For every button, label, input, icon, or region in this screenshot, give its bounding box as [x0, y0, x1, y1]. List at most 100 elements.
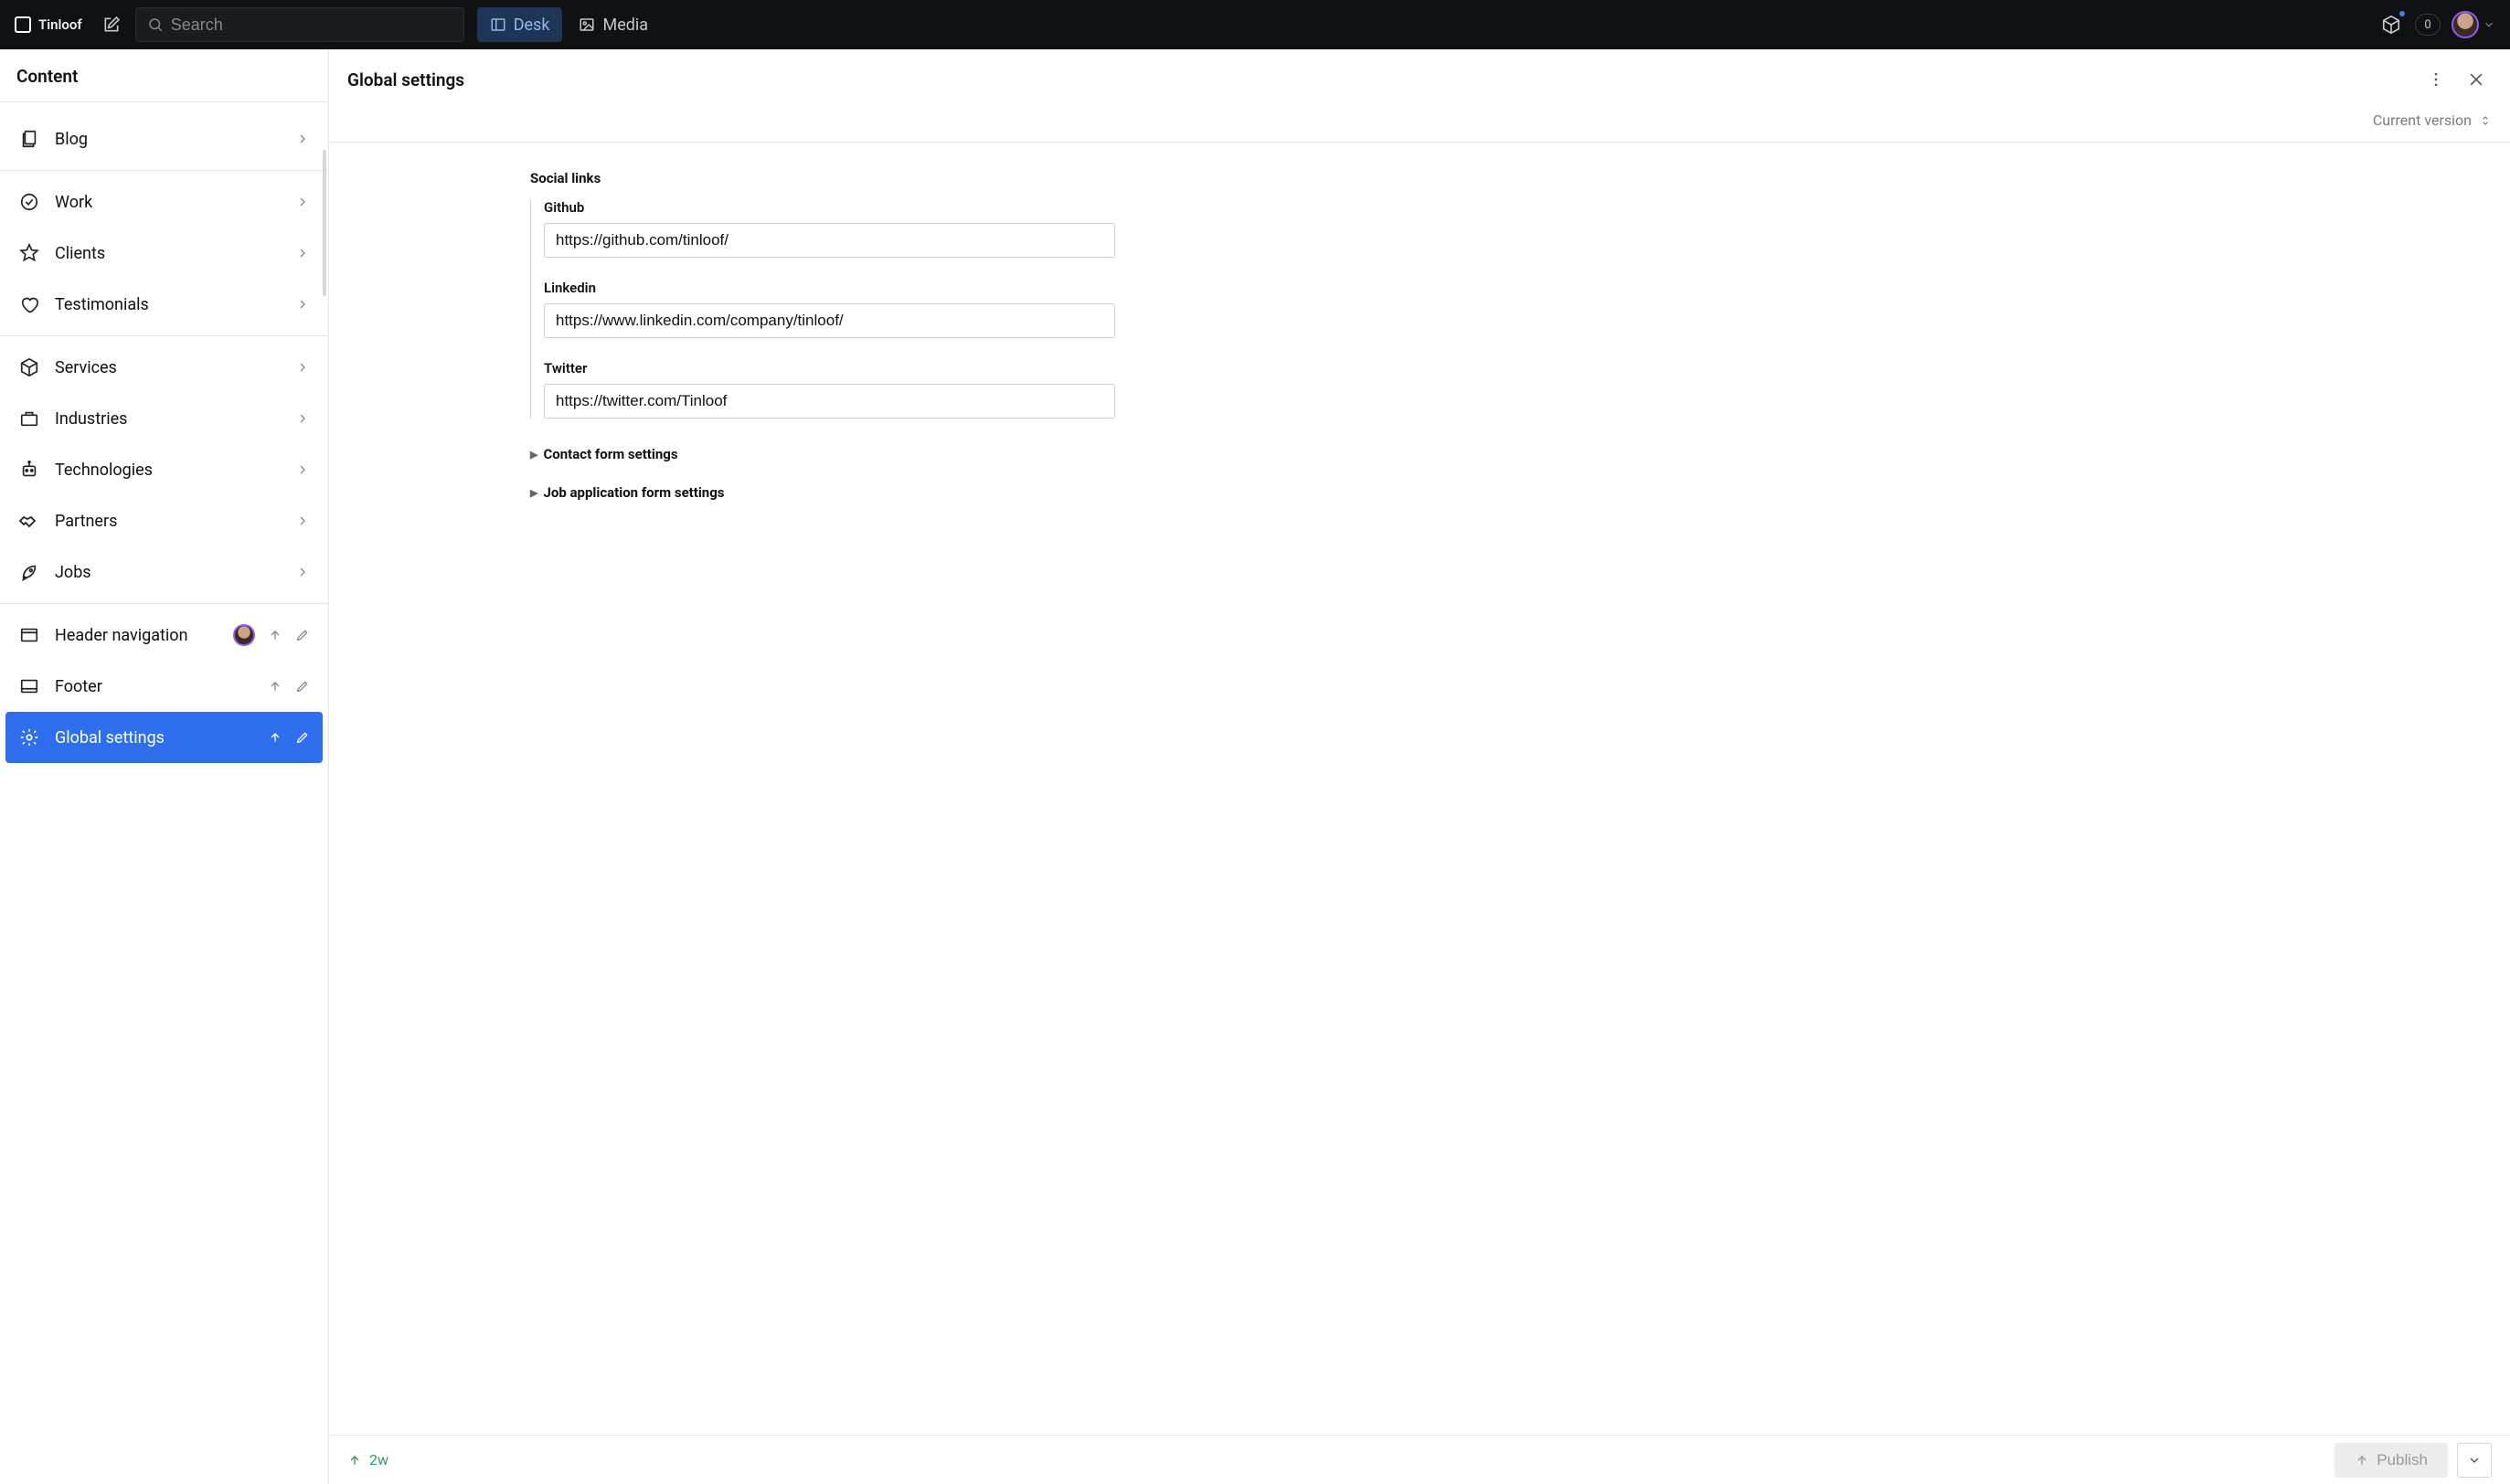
section-title-social: Social links — [530, 170, 1115, 186]
publish-menu-button[interactable] — [2457, 1443, 2492, 1478]
panel-header: Global settings — [329, 49, 2510, 106]
publish-up-icon — [2355, 1453, 2369, 1468]
sidebar-item-label: Clients — [55, 244, 281, 263]
star-icon — [18, 242, 40, 264]
sidebar-item-label: Work — [55, 193, 281, 212]
chevron-right-icon — [295, 411, 310, 426]
version-selector[interactable]: Current version — [329, 106, 2510, 143]
user-menu[interactable] — [2452, 11, 2495, 38]
notifications-count-value: 0 — [2424, 18, 2430, 32]
publish-up-icon — [268, 679, 282, 694]
nav-tabs: Desk Media — [477, 7, 661, 42]
notification-dot-icon — [2398, 10, 2406, 17]
sidebar-item-jobs[interactable]: Jobs — [5, 546, 323, 598]
sidebar-group: Header navigation Footer — [0, 604, 328, 768]
tab-desk[interactable]: Desk — [477, 7, 563, 42]
notifications-count[interactable]: 0 — [2415, 14, 2441, 36]
sidebar-item-blog[interactable]: Blog — [5, 113, 323, 164]
search-input[interactable] — [171, 16, 452, 35]
triangle-right-icon: ▶ — [530, 487, 537, 499]
chevron-right-icon — [295, 246, 310, 260]
disclosure-contact-form[interactable]: ▶ Contact form settings — [530, 435, 1115, 473]
packages-button[interactable] — [2378, 12, 2404, 37]
field-label-twitter: Twitter — [544, 360, 1115, 376]
disclosure-job-form[interactable]: ▶ Job application form settings — [530, 473, 1115, 512]
sidebar-item-trail — [268, 679, 310, 694]
page-title: Global settings — [347, 69, 2411, 90]
disclosure-label: Contact form settings — [543, 446, 677, 462]
sidebar-item-label: Blog — [55, 130, 281, 149]
field-label-github: Github — [544, 199, 1115, 216]
presence-avatar — [233, 624, 255, 646]
top-bar: Tinloof Desk Media 0 — [0, 0, 2510, 49]
brand-name: Tinloof — [38, 16, 82, 33]
linkedin-input[interactable] — [544, 303, 1115, 338]
sidebar-group: Blog — [0, 108, 328, 171]
sidebar-item-services[interactable]: Services — [5, 342, 323, 393]
sidebar-item-clients[interactable]: Clients — [5, 228, 323, 279]
sidebar-group: Services Industries Technologies — [0, 336, 328, 604]
chevron-right-icon — [295, 132, 310, 146]
sidebar-item-label: Header navigation — [55, 626, 218, 645]
field-label-linkedin: Linkedin — [544, 280, 1115, 296]
document-body[interactable]: Social links Github Linkedin Twitter — [329, 143, 2510, 1435]
tab-desk-label: Desk — [514, 16, 550, 35]
publish-button-label: Publish — [2377, 1451, 2428, 1469]
sidebar-item-work[interactable]: Work — [5, 176, 323, 228]
triangle-right-icon: ▶ — [530, 449, 537, 461]
sidebar-item-label: Testimonials — [55, 295, 281, 314]
brand-logo-icon — [15, 16, 31, 33]
edit-icon — [295, 730, 310, 745]
sidebar-item-technologies[interactable]: Technologies — [5, 444, 323, 495]
tab-media[interactable]: Media — [566, 7, 661, 42]
sidebar-item-industries[interactable]: Industries — [5, 393, 323, 444]
publish-button[interactable]: Publish — [2335, 1443, 2448, 1478]
rocket-icon — [18, 561, 40, 583]
chevron-down-icon — [2483, 18, 2495, 31]
edit-icon — [295, 679, 310, 694]
search-box[interactable] — [135, 7, 464, 42]
compose-button[interactable] — [97, 10, 126, 39]
status-chip[interactable]: 2w — [347, 1451, 388, 1468]
panel-footer: 2w Publish — [329, 1435, 2510, 1484]
field-github: Github — [544, 199, 1115, 258]
sidebar-item-footer[interactable]: Footer — [5, 661, 323, 712]
sidebar-item-global-settings[interactable]: Global settings — [5, 712, 323, 763]
disclosure-label: Job application form settings — [543, 484, 724, 501]
select-icon — [2479, 114, 2492, 127]
check-circle-icon — [18, 191, 40, 213]
chevron-right-icon — [295, 462, 310, 477]
sidebar-item-label: Services — [55, 358, 281, 377]
chevron-right-icon — [295, 514, 310, 528]
publish-up-icon — [268, 730, 282, 745]
brand[interactable]: Tinloof — [9, 16, 88, 33]
version-label: Current version — [2373, 111, 2472, 129]
compose-icon — [102, 16, 121, 34]
publish-up-icon — [268, 628, 282, 642]
publish-up-icon — [347, 1453, 362, 1468]
tab-media-label: Media — [602, 16, 648, 35]
sidebar-item-testimonials[interactable]: Testimonials — [5, 279, 323, 330]
more-menu-button[interactable] — [2420, 64, 2452, 95]
sidebar-item-trail — [268, 730, 310, 745]
sidebar-item-label: Technologies — [55, 461, 281, 480]
sidebar-item-label: Partners — [55, 512, 281, 531]
chevron-down-icon — [2467, 1453, 2482, 1468]
layout-top-icon — [18, 624, 40, 646]
robot-icon — [18, 459, 40, 481]
kebab-icon — [2427, 70, 2445, 89]
sidebar-item-partners[interactable]: Partners — [5, 495, 323, 546]
avatar — [2452, 11, 2479, 38]
close-icon — [2467, 70, 2485, 89]
cube-icon — [2381, 15, 2401, 35]
sidebar-item-header-navigation[interactable]: Header navigation — [5, 610, 323, 661]
edit-icon — [295, 628, 310, 642]
search-icon — [147, 16, 164, 33]
chevron-right-icon — [295, 360, 310, 375]
chevron-right-icon — [295, 297, 310, 312]
field-twitter: Twitter — [544, 360, 1115, 419]
close-button[interactable] — [2461, 64, 2492, 95]
sidebar-list[interactable]: Blog Work — [0, 102, 328, 1484]
github-input[interactable] — [544, 223, 1115, 258]
twitter-input[interactable] — [544, 384, 1115, 419]
